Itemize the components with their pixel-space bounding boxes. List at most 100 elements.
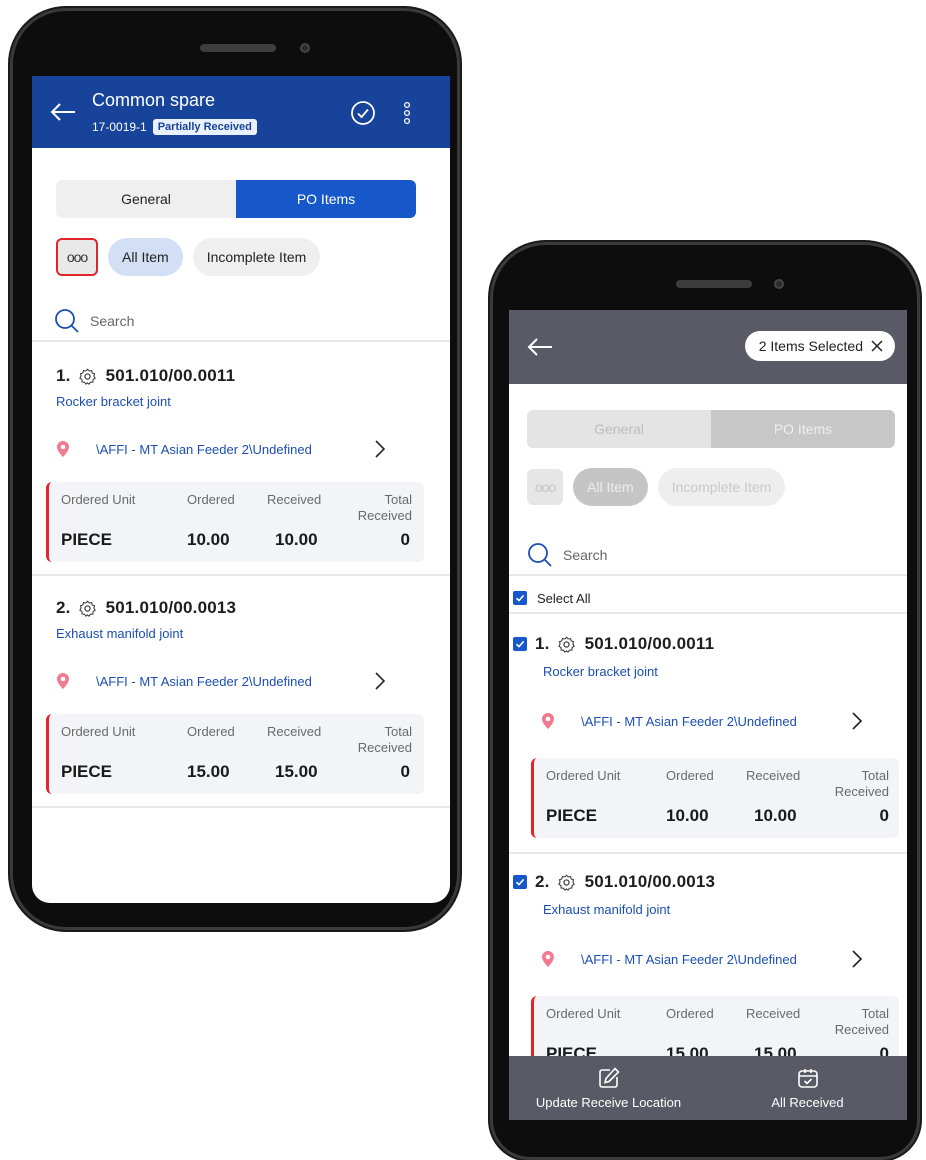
- tab-general: General: [527, 410, 711, 448]
- total-label-line2: Received: [834, 784, 889, 799]
- item-location[interactable]: \AFFI - MT Asian Feeder 2\Undefined: [56, 440, 312, 458]
- screen-left: Common spare 17-0019-1 Partially Receive…: [32, 76, 450, 903]
- close-icon[interactable]: [871, 340, 883, 352]
- item-description: Exhaust manifold joint: [543, 902, 671, 917]
- item-checkbox[interactable]: [513, 875, 527, 889]
- received-value: 10.00: [275, 530, 318, 549]
- page-subtitle: 17-0019-1 Partially Received: [92, 119, 257, 135]
- status-badge: Partially Received: [152, 119, 257, 135]
- item-description: Rocker bracket joint: [543, 664, 658, 679]
- check-circle-icon[interactable]: [350, 100, 376, 126]
- item-header: 1. 501.010/00.0011: [56, 366, 235, 386]
- list-item[interactable]: 1. 501.010/00.0011 Rocker bracket joint …: [32, 344, 450, 576]
- ordered-unit-value: PIECE: [546, 806, 598, 825]
- item-code: 501.010/00.0013: [105, 598, 237, 617]
- more-options-button: ooo: [527, 469, 563, 505]
- filter-incomplete-item[interactable]: Incomplete Item: [192, 238, 321, 276]
- more-options-button[interactable]: ooo: [56, 238, 98, 276]
- search-bar[interactable]: Search: [32, 302, 450, 342]
- ordered-unit-label: Ordered Unit: [546, 1006, 621, 1021]
- phone-left: Common spare 17-0019-1 Partially Receive…: [10, 8, 460, 930]
- ordered-unit-value: PIECE: [61, 530, 113, 549]
- total-received-label: Total Received: [835, 768, 889, 800]
- ordered-value: 15.00: [187, 762, 230, 781]
- total-label-line1: Total: [384, 492, 412, 507]
- total-label-line2: Received: [357, 508, 412, 523]
- po-number: 17-0019-1: [92, 120, 147, 134]
- ordered-label: Ordered: [187, 724, 235, 739]
- tab-po-items: PO Items: [711, 410, 895, 448]
- total-label-line2: Received: [834, 1022, 889, 1037]
- selection-count-pill[interactable]: 2 Items Selected: [744, 331, 895, 361]
- select-all-label: Select All: [537, 590, 591, 606]
- update-receive-location-button[interactable]: Update Receive Location: [509, 1056, 708, 1120]
- item-code: 501.010/00.0013: [584, 872, 716, 891]
- item-number: 1.: [535, 634, 550, 653]
- list-item[interactable]: 1. 501.010/00.0011 Rocker bracket joint …: [509, 616, 907, 854]
- more-vertical-icon[interactable]: [402, 100, 412, 126]
- location-pin-icon: [57, 673, 69, 689]
- all-received-label: All Received: [771, 1094, 844, 1110]
- item-number: 2.: [535, 872, 550, 891]
- filter-all-item: All Item: [573, 468, 648, 506]
- back-arrow-icon[interactable]: [50, 102, 76, 122]
- edit-icon: [598, 1066, 620, 1088]
- total-received-value: 0: [879, 806, 889, 825]
- gear-icon: [557, 874, 575, 891]
- item-description: Exhaust manifold joint: [56, 626, 184, 641]
- speaker-grille: [676, 280, 752, 288]
- select-all-checkbox[interactable]: [513, 591, 527, 605]
- item-checkbox[interactable]: [513, 637, 527, 651]
- search-icon: [528, 543, 552, 567]
- chevron-right-icon[interactable]: [851, 950, 863, 968]
- received-box-icon: [797, 1068, 818, 1088]
- item-code: 501.010/00.0011: [105, 366, 236, 385]
- screen-right: 2 Items Selected General PO Items ooo Al…: [509, 310, 907, 1120]
- filter-incomplete-item: Incomplete Item: [657, 468, 786, 506]
- tab-general[interactable]: General: [56, 180, 236, 218]
- list-item[interactable]: 2. 501.010/00.0013 Exhaust manifold join…: [32, 576, 450, 808]
- quantity-card: Ordered Unit Ordered Received Total Rece…: [531, 758, 899, 838]
- item-location[interactable]: \AFFI - MT Asian Feeder 2\Undefined: [541, 712, 797, 730]
- back-arrow-icon[interactable]: [527, 337, 553, 357]
- total-label-line2: Received: [357, 740, 412, 755]
- front-camera: [300, 43, 310, 53]
- ordered-unit-label: Ordered Unit: [546, 768, 621, 783]
- item-code: 501.010/00.0011: [584, 634, 715, 653]
- item-header: 2. 501.010/00.0013: [56, 598, 236, 618]
- item-location[interactable]: \AFFI - MT Asian Feeder 2\Undefined: [56, 672, 312, 690]
- filter-all-item[interactable]: All Item: [108, 238, 183, 276]
- total-received-value: 0: [400, 530, 410, 549]
- ordered-value: 10.00: [666, 806, 709, 825]
- all-received-button[interactable]: All Received: [708, 1056, 907, 1120]
- location-text: \AFFI - MT Asian Feeder 2\Undefined: [96, 673, 312, 689]
- chevron-right-icon[interactable]: [374, 440, 386, 458]
- item-location[interactable]: \AFFI - MT Asian Feeder 2\Undefined: [541, 950, 797, 968]
- total-label-line1: Total: [861, 1006, 889, 1021]
- total-received-value: 0: [400, 762, 410, 781]
- received-value: 15.00: [275, 762, 318, 781]
- segmented-tabs: General PO Items: [56, 180, 416, 218]
- chevron-right-icon[interactable]: [851, 712, 863, 730]
- tab-po-items[interactable]: PO Items: [236, 180, 416, 218]
- select-all-row[interactable]: Select All: [509, 584, 907, 614]
- ordered-unit-label: Ordered Unit: [61, 492, 136, 507]
- gear-icon: [557, 636, 575, 653]
- front-camera: [774, 279, 784, 289]
- checkmark-icon: [515, 594, 525, 602]
- location-text: \AFFI - MT Asian Feeder 2\Undefined: [581, 713, 797, 729]
- quantity-card: Ordered Unit Ordered Received Total Rece…: [46, 714, 424, 794]
- search-bar[interactable]: Search: [509, 536, 907, 576]
- ordered-unit-value: PIECE: [61, 762, 113, 781]
- filter-chips: ooo All Item Incomplete Item: [56, 238, 321, 276]
- total-received-label: Total Received: [835, 1006, 889, 1038]
- speaker-grille: [200, 44, 276, 52]
- chevron-right-icon[interactable]: [374, 672, 386, 690]
- location-text: \AFFI - MT Asian Feeder 2\Undefined: [96, 441, 312, 457]
- total-received-label: Total Received: [358, 492, 412, 524]
- item-number: 2.: [56, 598, 71, 617]
- checkmark-icon: [515, 640, 525, 648]
- received-label: Received: [746, 1006, 801, 1021]
- update-receive-location-label: Update Receive Location: [535, 1094, 682, 1110]
- segmented-tabs: General PO Items: [527, 410, 895, 448]
